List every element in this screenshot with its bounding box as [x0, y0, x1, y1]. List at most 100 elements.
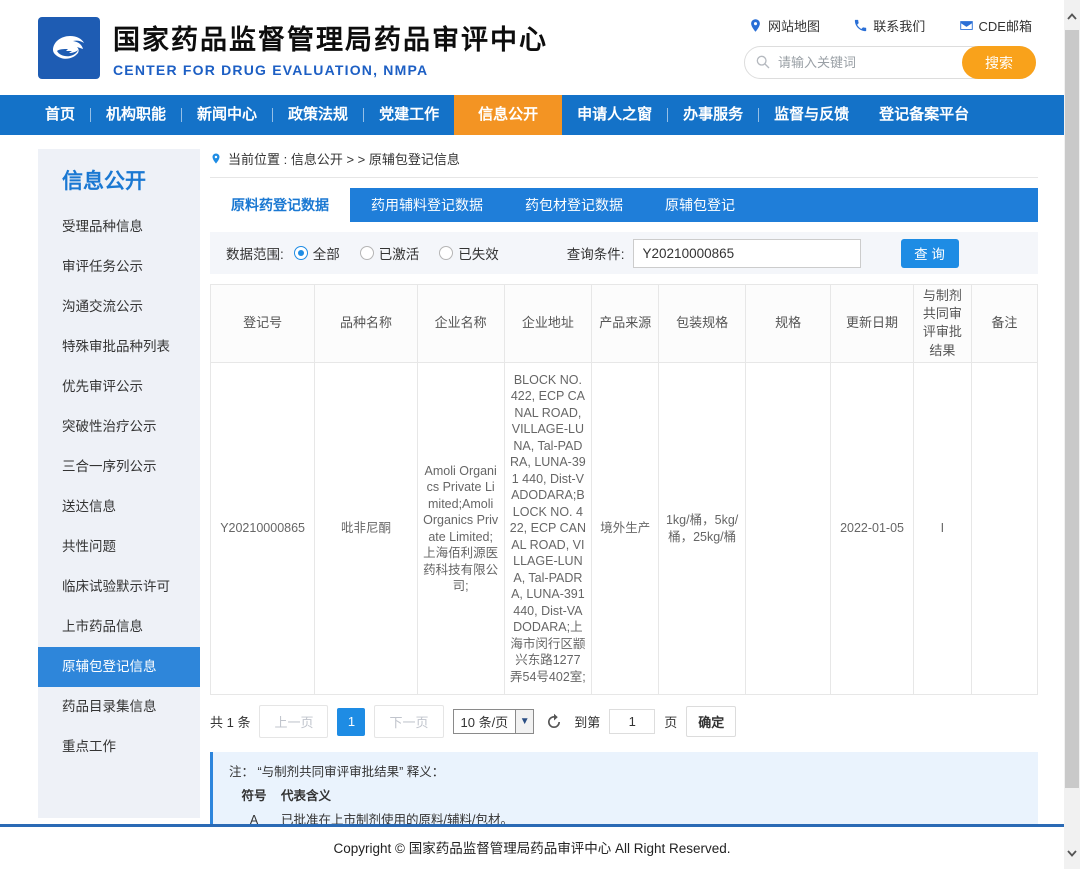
note-col-meaning: 代表含义: [281, 785, 331, 809]
nav-info-disclosure[interactable]: 信息公开: [454, 95, 562, 135]
search-icon: [755, 54, 771, 70]
page-size-value: 10 条/页: [454, 712, 516, 731]
chevron-down-icon: ▼: [515, 710, 533, 733]
col-registration-no: 登记号: [211, 285, 315, 363]
nav-policy[interactable]: 政策法规: [273, 95, 363, 135]
col-product-source: 产品来源: [592, 285, 659, 363]
total-count: 共 1 条: [210, 712, 250, 731]
cell-variety-name: 吡非尼酮: [315, 362, 418, 695]
location-pin-icon: [210, 151, 222, 166]
sidebar-item-special-approval[interactable]: 特殊审批品种列表: [38, 327, 200, 367]
sidebar-item-breakthrough-therapy[interactable]: 突破性治疗公示: [38, 407, 200, 447]
cde-logo-icon: [45, 24, 93, 72]
cell-remarks: [971, 362, 1037, 695]
query-input[interactable]: [633, 239, 861, 268]
scrollbar-thumb[interactable]: [1065, 30, 1079, 788]
table-row: Y20210000865 吡非尼酮 Amoli Organics Private…: [211, 362, 1038, 695]
tab-raw-aux-pack[interactable]: 原辅包登记: [644, 188, 756, 222]
sidebar-item-review-tasks[interactable]: 审评任务公示: [38, 247, 200, 287]
radio-activated-label: 已激活: [379, 243, 420, 263]
site-subtitle: CENTER FOR DRUG EVALUATION, NMPA: [113, 62, 548, 78]
sitemap-label: 网站地图: [768, 16, 820, 35]
goto-page-input[interactable]: [609, 709, 655, 734]
nav-home[interactable]: 首页: [30, 95, 90, 135]
cell-packaging-spec: 1kg/桶，5kg/桶，25kg/桶: [659, 362, 746, 695]
query-button[interactable]: 查 询: [901, 239, 959, 268]
contact-label: 联系我们: [873, 16, 925, 35]
radio-activated-icon: [360, 246, 374, 260]
sidebar-item-three-in-one[interactable]: 三合一序列公示: [38, 447, 200, 487]
sidebar-item-marketed-drugs[interactable]: 上市药品信息: [38, 607, 200, 647]
cell-product-source: 境外生产: [592, 362, 659, 695]
col-company-address: 企业地址: [504, 285, 592, 363]
registration-table: 登记号 品种名称 企业名称 企业地址 产品来源 包装规格 规格 更新日期 与制剂…: [210, 284, 1038, 695]
cde-logo: [38, 17, 100, 79]
next-page-button[interactable]: 下一页: [374, 705, 443, 738]
sidebar-item-excipient-registration[interactable]: 原辅包登记信息: [38, 647, 200, 687]
radio-all-label: 全部: [313, 243, 340, 263]
confirm-button[interactable]: 确定: [686, 706, 736, 737]
radio-expired[interactable]: 已失效: [439, 243, 499, 263]
refresh-icon[interactable]: [545, 713, 563, 731]
prev-page-button[interactable]: 上一页: [259, 705, 328, 738]
cde-mail-link[interactable]: CDE邮箱: [959, 16, 1032, 35]
vertical-scrollbar[interactable]: [1064, 0, 1080, 869]
nav-party[interactable]: 党建工作: [364, 95, 454, 135]
filter-bar: 数据范围: 全部 已激活 已失效: [210, 232, 1038, 274]
sidebar: 信息公开 受理品种信息 审评任务公示 沟通交流公示 特殊审批品种列表 优先审评公…: [38, 149, 200, 818]
sidebar-item-key-work[interactable]: 重点工作: [38, 727, 200, 767]
tab-packaging-registration[interactable]: 药包材登记数据: [504, 188, 644, 222]
cell-company-address: BLOCK NO. 422, ECP CANAL ROAD, VILLAGE-L…: [504, 362, 592, 695]
sidebar-item-accepted-varieties[interactable]: 受理品种信息: [38, 207, 200, 247]
breadcrumb-text: 当前位置 : 信息公开 > > 原辅包登记信息: [228, 149, 460, 168]
col-remarks: 备注: [971, 285, 1037, 363]
nav-supervision[interactable]: 监督与反馈: [759, 95, 864, 135]
site-title: 国家药品监督管理局药品审评中心: [113, 18, 548, 57]
sidebar-item-delivery-info[interactable]: 送达信息: [38, 487, 200, 527]
tab-excipient-registration[interactable]: 药用辅料登记数据: [350, 188, 504, 222]
note-title: 注： “与制剂共同审评审批结果” 释义：: [229, 761, 1022, 785]
sidebar-item-communication[interactable]: 沟通交流公示: [38, 287, 200, 327]
mail-icon: [959, 18, 974, 33]
sidebar-item-drug-catalog[interactable]: 药品目录集信息: [38, 687, 200, 727]
site-titles: 国家药品监督管理局药品审评中心 CENTER FOR DRUG EVALUATI…: [113, 18, 548, 78]
search-button[interactable]: 搜索: [962, 46, 1036, 79]
nav-news[interactable]: 新闻中心: [182, 95, 272, 135]
phone-icon: [853, 18, 868, 33]
goto-label: 到第: [574, 712, 600, 731]
scroll-up-arrow-icon[interactable]: [1064, 6, 1080, 26]
nav-applicant[interactable]: 申请人之窗: [562, 95, 667, 135]
sidebar-item-common-issues[interactable]: 共性问题: [38, 527, 200, 567]
cell-registration-no: Y20210000865: [211, 362, 315, 695]
cell-spec: [746, 362, 831, 695]
page: 国家药品监督管理局药品审评中心 CENTER FOR DRUG EVALUATI…: [0, 0, 1080, 869]
nav-services[interactable]: 办事服务: [668, 95, 758, 135]
map-pin-icon: [748, 18, 763, 33]
col-company-name: 企业名称: [417, 285, 504, 363]
main-nav: 首页 机构职能 新闻中心 政策法规 党建工作 信息公开 申请人之窗 办事服务 监…: [0, 95, 1064, 135]
radio-expired-icon: [439, 246, 453, 260]
footer: Copyright © 国家药品监督管理局药品审评中心 All Right Re…: [0, 824, 1064, 869]
tab-api-registration[interactable]: 原料药登记数据: [210, 188, 350, 222]
goto-unit: 页: [664, 712, 677, 731]
nav-functions[interactable]: 机构职能: [91, 95, 181, 135]
radio-all[interactable]: 全部: [294, 243, 340, 263]
sidebar-title: 信息公开: [38, 165, 200, 195]
radio-all-icon: [294, 246, 308, 260]
page-size-select[interactable]: 10 条/页 ▼: [453, 709, 535, 734]
sidebar-item-clinical-trial-license[interactable]: 临床试验默示许可: [38, 567, 200, 607]
contact-link[interactable]: 联系我们: [853, 16, 925, 35]
sitemap-link[interactable]: 网站地图: [748, 16, 820, 35]
radio-activated[interactable]: 已激活: [360, 243, 420, 263]
nav-registration-platform[interactable]: 登记备案平台: [864, 95, 984, 135]
scope-label: 数据范围:: [226, 243, 284, 263]
sidebar-item-priority-review[interactable]: 优先审评公示: [38, 367, 200, 407]
table-header-row: 登记号 品种名称 企业名称 企业地址 产品来源 包装规格 规格 更新日期 与制剂…: [211, 285, 1038, 363]
quick-links: 网站地图 联系我们 CDE邮箱: [744, 16, 1036, 35]
copyright-text: Copyright © 国家药品监督管理局药品审评中心 All Right Re…: [0, 827, 1064, 869]
col-joint-review-result: 与制剂共同审评审批结果: [913, 285, 971, 363]
data-tabs: 原料药登记数据 药用辅料登记数据 药包材登记数据 原辅包登记: [210, 188, 1038, 222]
scroll-down-arrow-icon[interactable]: [1064, 843, 1080, 863]
page-1-button[interactable]: 1: [337, 708, 365, 736]
cde-mail-label: CDE邮箱: [979, 16, 1032, 35]
